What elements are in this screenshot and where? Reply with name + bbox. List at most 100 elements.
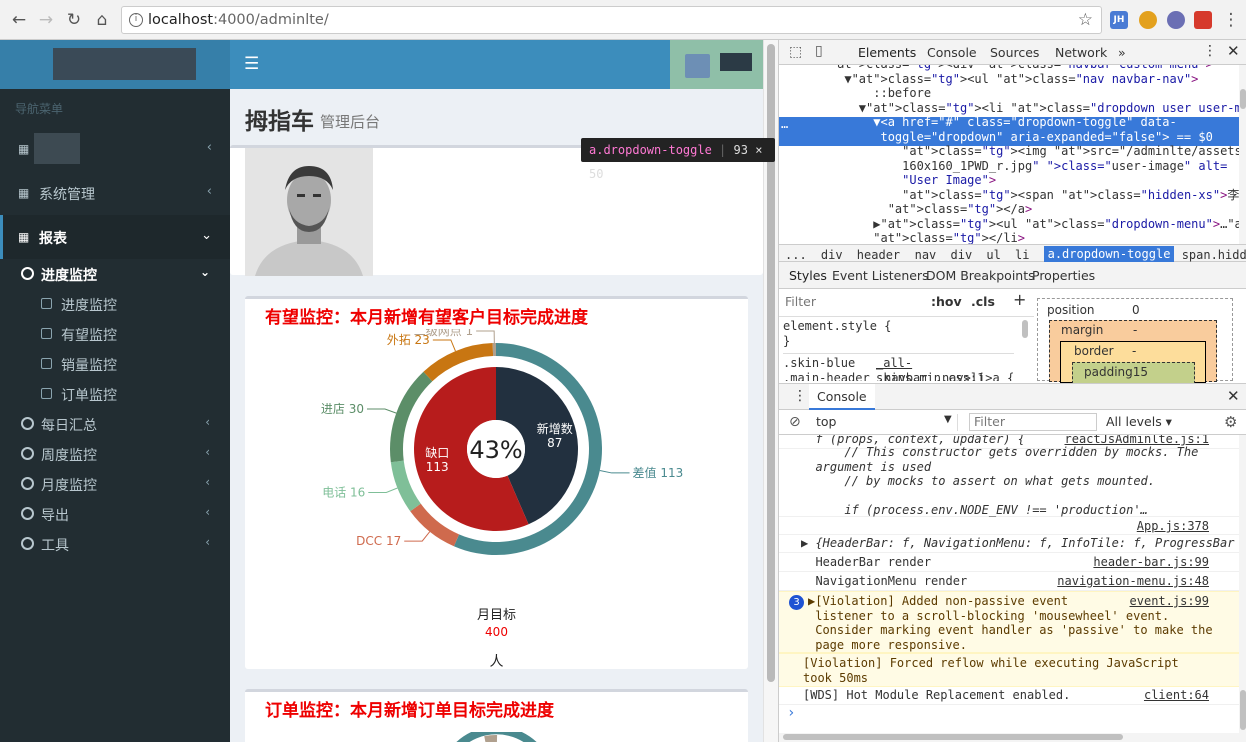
extension-icon[interactable] <box>1139 11 1157 29</box>
home-icon[interactable]: ⌂ <box>91 9 113 31</box>
forward-icon[interactable]: → <box>35 9 57 31</box>
console-source-link[interactable]: event.js:99 <box>1130 594 1209 608</box>
sidebar-group-weekly[interactable]: 周度监控 ‹ <box>0 439 230 469</box>
dom-node-line[interactable]: "at">class="tg"></a> <box>801 202 1033 217</box>
extension-jh-icon[interactable]: JH <box>1110 11 1128 29</box>
device-toolbar-icon[interactable]: ▯ <box>815 43 823 59</box>
close-icon[interactable]: ✕ <box>1227 42 1240 60</box>
breadcrumb-item[interactable]: ul <box>986 248 1000 262</box>
console-text: [WDS] Hot Module Replacement enabled. <box>803 688 1071 702</box>
tab-network[interactable]: Network <box>1055 45 1107 60</box>
address-bar[interactable]: i localhost:4000/adminlte/ ☆ <box>121 6 1102 34</box>
sidebar-group-monthly[interactable]: 月度监控 ‹ <box>0 469 230 499</box>
sidebar-subitem-label: 订单监控 <box>61 388 117 404</box>
breadcrumb-item[interactable]: header <box>857 248 900 262</box>
console-scrollbar[interactable] <box>1239 435 1246 742</box>
console-hscrollbar[interactable] <box>779 733 1239 742</box>
more-tabs-icon[interactable]: » <box>1118 45 1126 60</box>
sidebar-group-export[interactable]: 导出 ‹ <box>0 499 230 529</box>
boxmodel-border-label: border <box>1074 344 1114 358</box>
tab-properties[interactable]: Properties <box>1032 268 1095 283</box>
tab-elements[interactable]: Elements <box>858 45 916 60</box>
dom-node-line[interactable]: "at">class="tg"><span "at">class="hidden… <box>801 188 1239 203</box>
dom-node-line[interactable]: ▶"at">class="tg"><ul "at">class="dropdow… <box>801 217 1239 232</box>
sidebar-item-redacted[interactable]: ▦ ‹ <box>0 127 230 171</box>
dom-node-line[interactable]: toggle="dropdown" aria-expanded="false">… <box>801 130 1212 145</box>
chevron-left-icon: ‹ <box>206 140 212 155</box>
outer-slice[interactable] <box>492 343 496 357</box>
sidebar-item-reports[interactable]: ▦ 报表 ⌄ <box>0 215 230 259</box>
console-text: // This constructor gets overridden by m… <box>815 445 1199 517</box>
console-filter-input[interactable]: Filter <box>969 413 1097 431</box>
sidebar-subitem[interactable]: 销量监控 <box>0 349 230 379</box>
dom-node-line[interactable]: ▼"at">class="tg"><li "at">class="dropdow… <box>801 101 1239 116</box>
devtools-menu-icon[interactable]: ⋮ <box>1203 43 1217 59</box>
breadcrumb-item[interactable]: li <box>1015 248 1029 262</box>
breadcrumb-item[interactable]: a.dropdown-toggle <box>1043 246 1175 262</box>
tab-event-listeners[interactable]: Event Listeners <box>832 268 929 283</box>
dom-node-line[interactable]: "User Image"> <box>801 173 996 188</box>
close-drawer-icon[interactable]: ✕ <box>1227 387 1240 405</box>
reload-icon[interactable]: ↻ <box>63 9 85 31</box>
hov-toggle[interactable]: :hov <box>931 294 962 309</box>
dom-node-line[interactable]: "at">class="tg"></li> <box>801 231 1025 244</box>
context-select[interactable]: top ▼ <box>816 414 958 431</box>
console-source-link[interactable]: client:64 <box>1144 688 1209 702</box>
inspect-icon[interactable]: ⬚ <box>789 44 802 60</box>
console-settings-gear-icon[interactable]: ⚙ <box>1224 413 1237 431</box>
log-levels-select[interactable]: All levels ▾ <box>1106 414 1172 429</box>
info-icon[interactable]: i <box>129 13 143 27</box>
console-output: f (props, context, updater) {reactJsAdmi… <box>779 435 1239 742</box>
back-icon[interactable]: ← <box>8 9 30 31</box>
console-object[interactable]: ▶ {HeaderBar: f, NavigationMenu: f, Info… <box>801 536 1234 551</box>
unit-label: 人 <box>489 654 504 670</box>
dom-node-line[interactable]: ▼<a href="#" class="dropdown-toggle" dat… <box>801 115 1176 130</box>
elements-scrollbar[interactable] <box>1239 65 1246 245</box>
tab-styles[interactable]: Styles <box>789 268 827 283</box>
drawer-menu-icon[interactable]: ⋮ <box>793 388 807 404</box>
sidebar-subitem[interactable]: 订单监控 <box>0 379 230 409</box>
square-icon <box>41 298 52 309</box>
clear-console-icon[interactable]: ⊘ <box>789 414 801 430</box>
month-target-value: 400 <box>485 625 508 639</box>
tab-console-drawer[interactable]: Console <box>809 384 875 410</box>
tab-sources[interactable]: Sources <box>990 45 1039 60</box>
sidebar-subitem[interactable]: 有望监控 <box>0 319 230 349</box>
user-menu-dropdown[interactable] <box>670 40 763 89</box>
console-source-link[interactable]: navigation-menu.js:48 <box>1057 574 1209 588</box>
sidebar-group-tools[interactable]: 工具 ‹ <box>0 529 230 559</box>
dom-node-line[interactable]: 160x160_1PWD_r.jpg" ">class="user-image"… <box>801 159 1227 174</box>
outer-slice[interactable] <box>390 460 421 512</box>
sidebar-group-progress[interactable]: 进度监控 ⌄ <box>0 259 230 289</box>
sidebar-subitem[interactable]: 进度监控 <box>0 289 230 319</box>
tab-console[interactable]: Console <box>927 45 977 60</box>
console-source-link[interactable]: App.js:378 <box>1137 519 1209 533</box>
new-rule-button[interactable]: + <box>1013 290 1026 309</box>
extension-icon[interactable] <box>1167 11 1185 29</box>
dom-node-line[interactable]: "at">class="tg"><img "at">src="/adminlte… <box>801 144 1239 159</box>
inner-slice-value: 87 <box>547 436 562 450</box>
styles-filter-input[interactable]: Filter <box>785 294 816 309</box>
bookmark-star-icon[interactable]: ☆ <box>1078 10 1093 30</box>
tab-dom-breakpoints[interactable]: DOM Breakpoints <box>926 268 1035 283</box>
dom-node-line[interactable]: ▼"at">class="tg"><ul "at">class="nav nav… <box>801 72 1198 87</box>
logo[interactable] <box>0 40 230 89</box>
breadcrumb-item[interactable]: div <box>821 248 843 262</box>
menu-kebab-icon[interactable]: ⋮ <box>1220 9 1242 31</box>
style-line: .skin-blue <box>783 356 856 370</box>
breadcrumb-item[interactable]: ... <box>785 248 807 262</box>
styles-scrollbar[interactable] <box>1022 320 1028 338</box>
console-source-link[interactable]: header-bar.js:99 <box>1093 555 1209 569</box>
breadcrumb-item[interactable]: div <box>951 248 973 262</box>
dom-node-line[interactable]: ::before <box>801 86 931 101</box>
order-monitor-box: 订单监控：本月新增订单目标完成进度 <box>245 689 748 742</box>
sidebar-toggle-icon[interactable]: ☰ <box>244 56 259 73</box>
style-source-link[interactable]: _all-skins.min.css:1 <box>876 356 1014 381</box>
cls-toggle[interactable]: .cls <box>971 294 995 309</box>
extension-icon[interactable] <box>1194 11 1212 29</box>
console-prompt[interactable]: › <box>787 705 795 721</box>
sidebar-group-daily[interactable]: 每日汇总 ‹ <box>0 409 230 439</box>
sidebar-item-system[interactable]: ▦ 系统管理 ‹ <box>0 171 230 215</box>
profile-photo <box>245 148 373 276</box>
breadcrumb-item[interactable]: nav <box>915 248 937 262</box>
